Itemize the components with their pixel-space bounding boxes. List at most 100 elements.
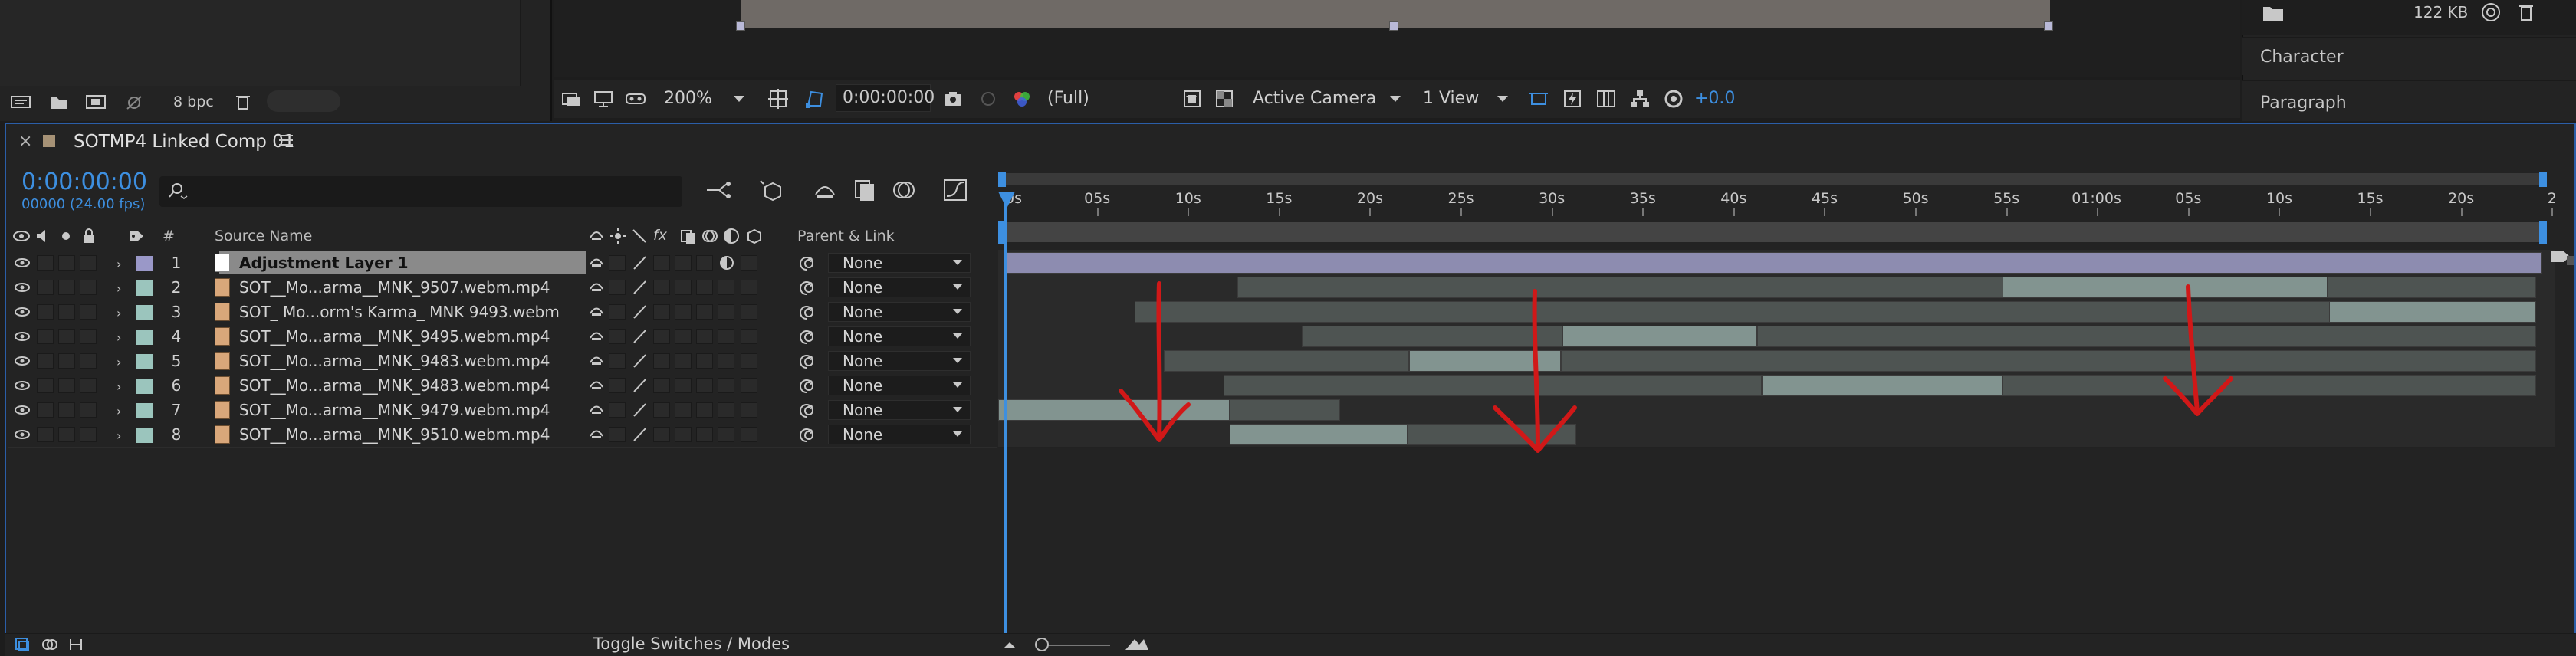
zoom-out-icon[interactable] — [1001, 636, 1018, 653]
lock-toggle[interactable] — [80, 353, 97, 369]
effects-switch[interactable] — [653, 427, 670, 442]
frame-blending-icon[interactable] — [849, 176, 880, 204]
shy-switch-icon[interactable] — [587, 303, 606, 320]
3d-layer-switch[interactable] — [741, 304, 757, 320]
playhead-handle[interactable] — [998, 192, 1015, 208]
region-of-interest-icon[interactable] — [1181, 87, 1204, 110]
expand-chevron-icon[interactable]: › — [117, 330, 127, 345]
layer-duration-bar[interactable] — [1562, 326, 1757, 347]
transform-handle-left[interactable] — [736, 21, 745, 31]
solo-toggle[interactable] — [58, 353, 75, 369]
layer-row-1[interactable]: › 1 Adjustment Layer 1 None — [8, 250, 997, 276]
lock-toggle[interactable] — [80, 427, 97, 442]
label-color-swatch[interactable] — [136, 305, 153, 320]
bit-depth-label[interactable]: 8 bpc — [173, 93, 214, 110]
pick-whip-icon[interactable] — [797, 328, 816, 346]
interpret-footage-icon[interactable] — [9, 92, 32, 112]
lock-toggle[interactable] — [80, 378, 97, 393]
current-time-display[interactable]: 0:00:00:00 — [21, 169, 147, 195]
pick-whip-icon[interactable] — [797, 279, 816, 297]
effects-switch[interactable] — [653, 402, 670, 418]
quality-switch-icon[interactable] — [630, 254, 649, 271]
collapse-switch[interactable] — [609, 304, 626, 320]
always-preview-icon[interactable] — [560, 87, 583, 110]
pick-whip-icon[interactable] — [797, 353, 816, 371]
parent-select[interactable]: None — [828, 326, 971, 346]
quality-switch-icon[interactable] — [630, 328, 649, 345]
effects-switch[interactable] — [653, 329, 670, 344]
collapse-switch[interactable] — [609, 280, 626, 295]
exposure-value[interactable]: +0.0 — [1694, 86, 1735, 112]
3d-layer-switch[interactable] — [741, 329, 757, 344]
layer-duration-bar[interactable] — [2328, 277, 2536, 298]
work-area-bar[interactable] — [1003, 222, 2544, 242]
mask-visibility-icon[interactable] — [803, 87, 826, 110]
parent-link-header[interactable]: Parent & Link — [797, 225, 895, 247]
close-tab-icon[interactable]: × — [18, 132, 32, 151]
shy-switch-icon[interactable] — [587, 426, 606, 443]
layer-row-2[interactable]: › 2 SOT__Mo...arma__MNK_9507.webm.mp4 No… — [8, 274, 997, 300]
show-snapshot-icon[interactable] — [977, 87, 1000, 110]
label-color-swatch[interactable] — [136, 354, 153, 369]
lock-toggle[interactable] — [80, 402, 97, 418]
layer-duration-bar[interactable] — [2003, 375, 2536, 396]
layer-duration-bar[interactable] — [1762, 375, 2003, 396]
layer-duration-bar[interactable] — [1237, 277, 2004, 298]
effects-switch[interactable] — [653, 280, 670, 295]
audio-toggle[interactable] — [37, 427, 54, 442]
effects-switch[interactable] — [653, 378, 670, 393]
quality-switch-icon[interactable] — [630, 303, 649, 320]
collapse-switch[interactable] — [609, 427, 626, 442]
layer-row-4[interactable]: › 4 SOT__Mo...arma__MNK_9495.webm.mp4 No… — [8, 323, 997, 349]
audio-toggle[interactable] — [37, 255, 54, 271]
hide-shy-layers-icon[interactable] — [810, 176, 840, 204]
collapse-switch[interactable] — [609, 378, 626, 393]
magnification-select[interactable]: 200% — [664, 86, 744, 112]
shy-switch-icon[interactable] — [587, 328, 606, 345]
navigator-start-handle[interactable] — [998, 172, 1006, 187]
vr-headset-icon[interactable] — [624, 87, 647, 110]
audio-toggle[interactable] — [37, 353, 54, 369]
lock-toggle[interactable] — [80, 280, 97, 295]
shy-switch-icon[interactable] — [587, 377, 606, 394]
track-row[interactable] — [998, 397, 2555, 423]
motion-blur-switch[interactable] — [696, 304, 713, 320]
motion-blur-switch[interactable] — [696, 427, 713, 442]
pick-whip-icon[interactable] — [797, 377, 816, 395]
effects-switch[interactable] — [653, 353, 670, 369]
layer-name[interactable]: SOT__Mo...arma__MNK_9479.webm.mp4 — [239, 401, 550, 419]
3d-layer-switch[interactable] — [741, 378, 757, 393]
adjustment-layer-bar[interactable] — [1006, 252, 2542, 274]
layer-duration-bar[interactable] — [1230, 424, 1408, 445]
adjustment-layer-switch-icon[interactable] — [718, 254, 736, 271]
motion-blur-switch[interactable] — [696, 353, 713, 369]
graph-editor-icon[interactable] — [940, 176, 971, 204]
layer-row-6[interactable]: › 6 SOT__Mo...arma__MNK_9483.webm.mp4 No… — [8, 372, 997, 399]
layer-name[interactable]: SOT__Mo...arma__MNK_9510.webm.mp4 — [239, 425, 550, 444]
expand-chevron-icon[interactable]: › — [117, 281, 127, 296]
solo-toggle[interactable] — [58, 378, 75, 393]
parent-select[interactable]: None — [828, 400, 971, 420]
comp-tab-title[interactable]: SOTMP4 Linked Comp 01 — [74, 132, 294, 152]
shy-switch-icon[interactable] — [587, 254, 606, 271]
new-composition-icon[interactable] — [84, 92, 107, 112]
solo-toggle[interactable] — [58, 329, 75, 344]
trash-icon[interactable] — [232, 92, 255, 112]
zoom-in-icon[interactable] — [1124, 635, 1150, 653]
layer-row-5[interactable]: › 5 SOT__Mo...arma__MNK_9483.webm.mp4 No… — [8, 348, 997, 374]
pick-whip-icon[interactable] — [797, 254, 816, 273]
collapse-switch[interactable] — [609, 255, 626, 271]
shy-switch-icon[interactable] — [587, 402, 606, 418]
motion-blur-switch[interactable] — [696, 329, 713, 344]
pick-whip-icon[interactable] — [797, 303, 816, 322]
parent-select[interactable]: None — [828, 376, 971, 395]
quality-switch-icon[interactable] — [630, 353, 649, 369]
collapse-switch[interactable] — [609, 353, 626, 369]
navigator-end-handle[interactable] — [2539, 172, 2547, 187]
view-layout-select[interactable]: 1 View — [1423, 86, 1509, 112]
eye-icon[interactable] — [14, 379, 31, 392]
pick-whip-icon[interactable] — [797, 402, 816, 420]
layer-row-3[interactable]: › 3 SOT_ Mo...orm's Karma_ MNK 9493.webm… — [8, 299, 997, 325]
3d-layer-switch[interactable] — [741, 280, 757, 295]
audio-toggle[interactable] — [37, 280, 54, 295]
